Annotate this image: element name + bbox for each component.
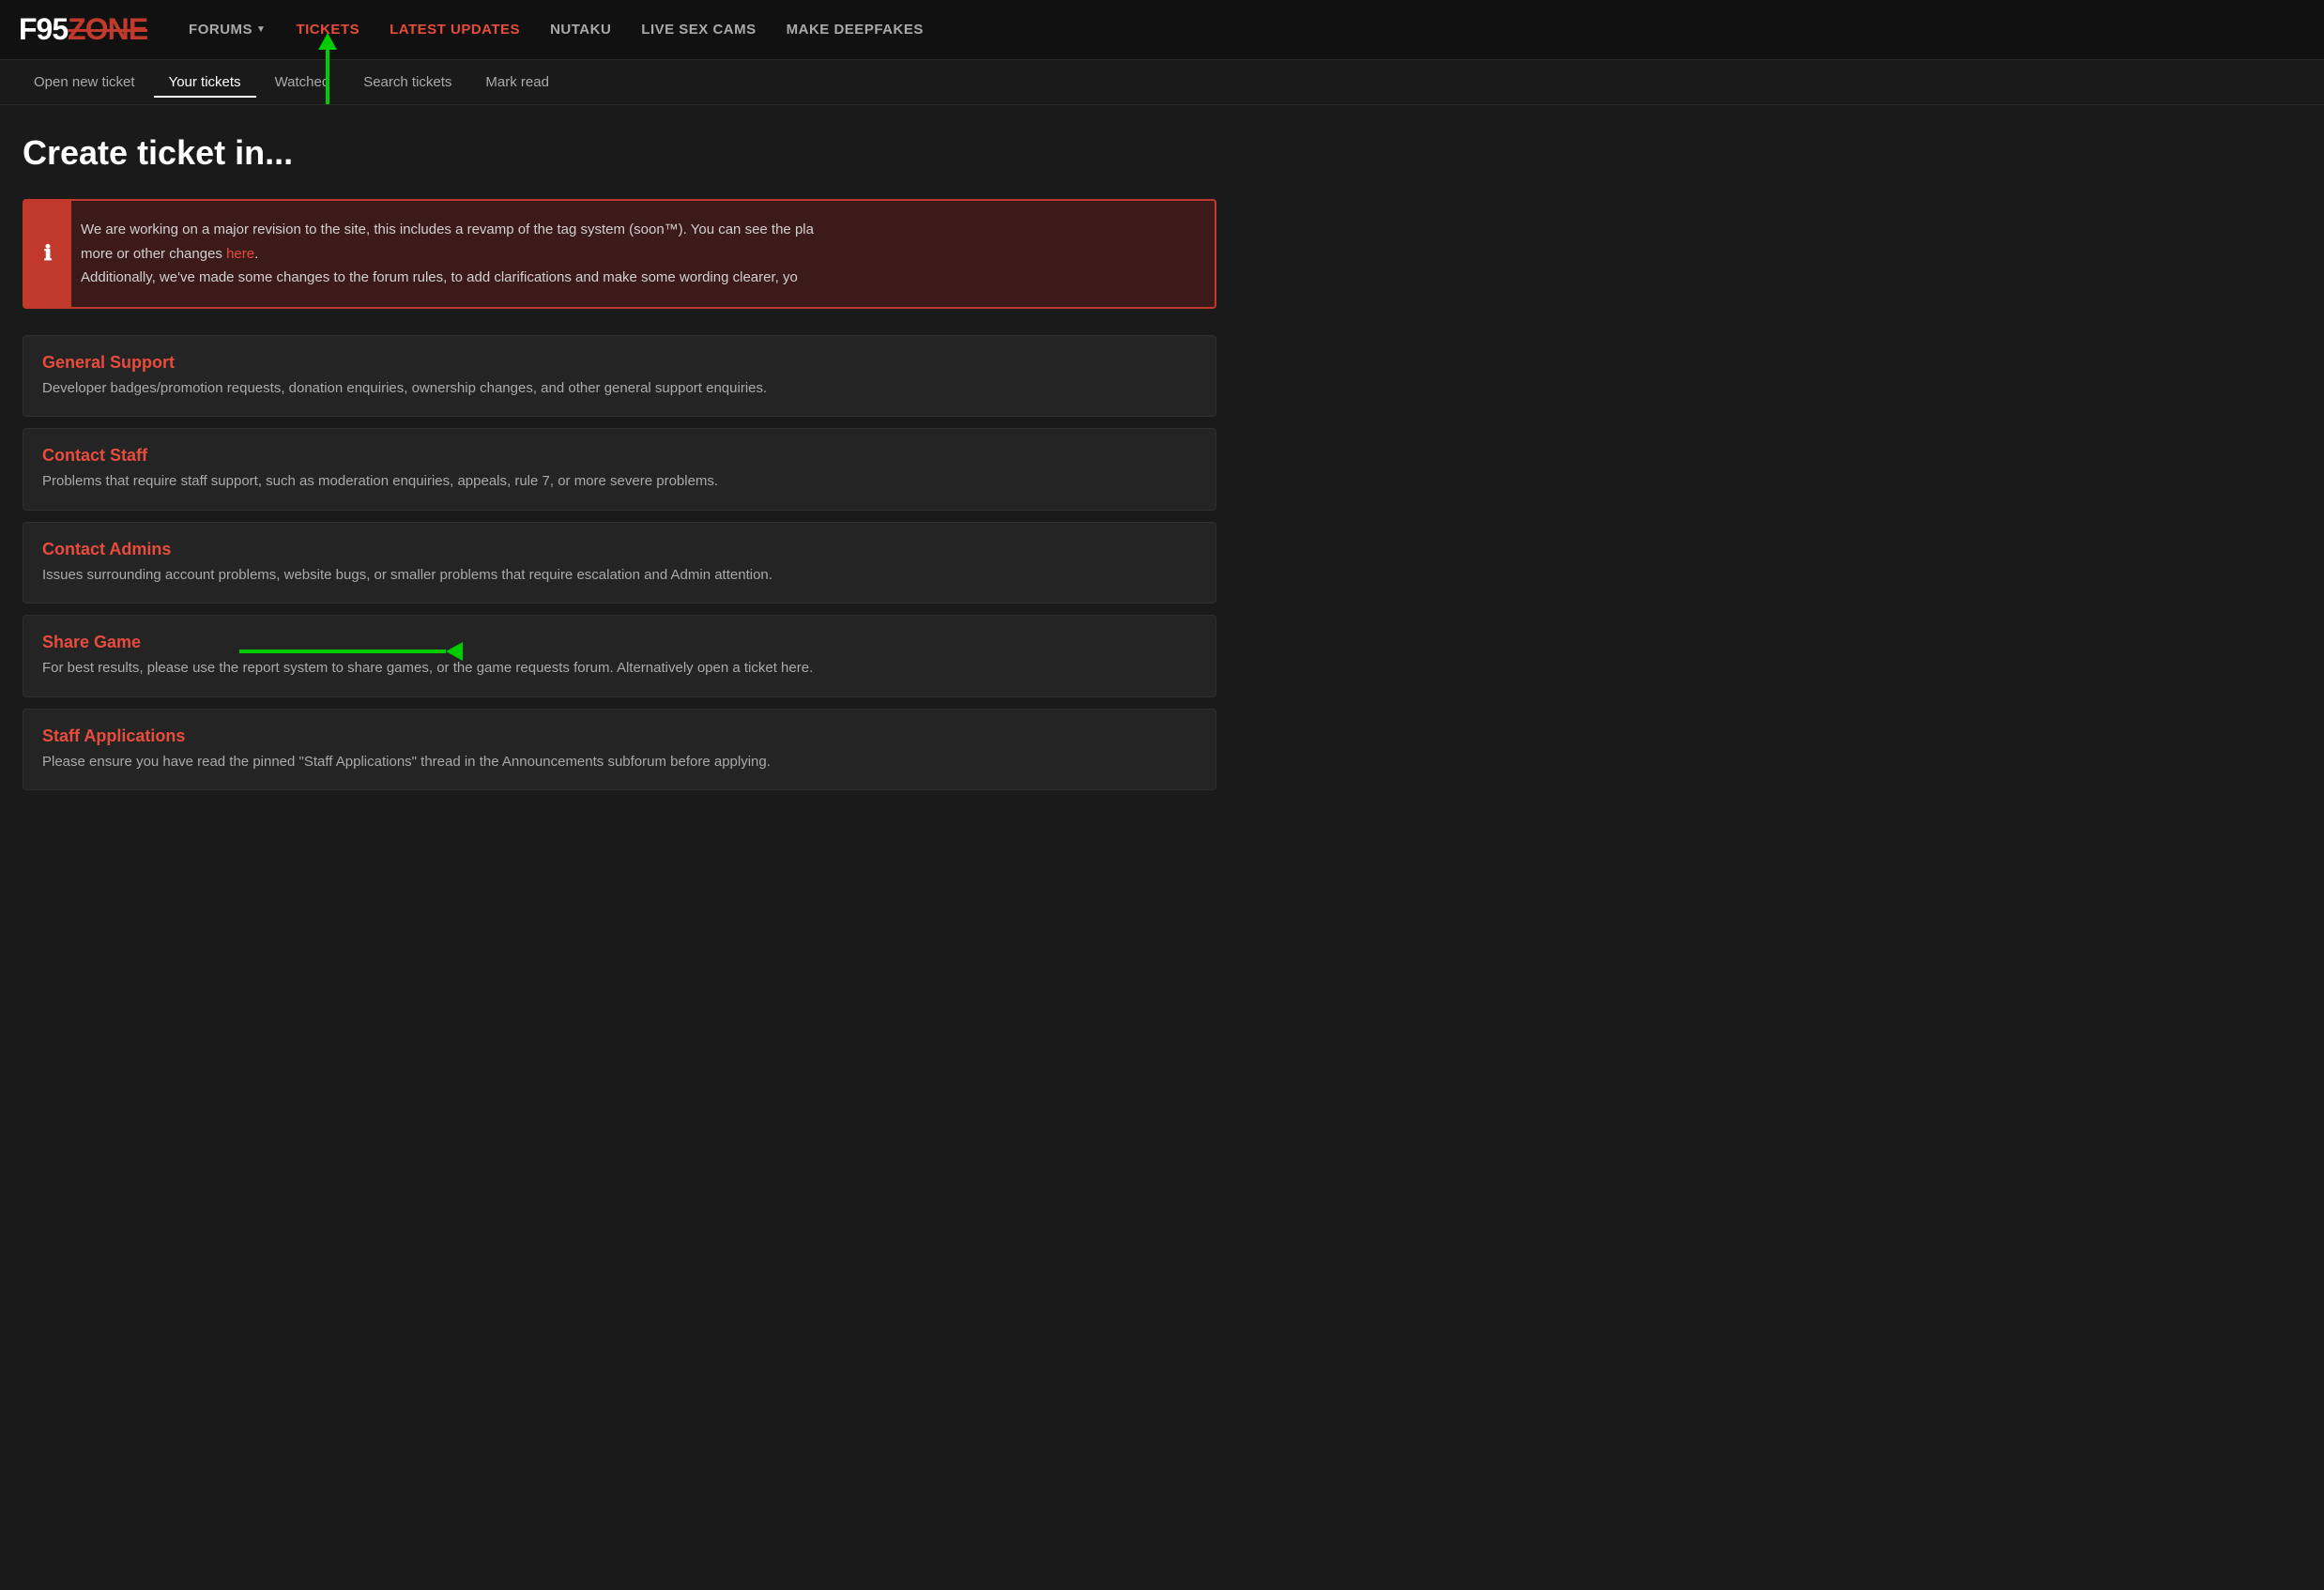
notice-text: We are working on a major revision to th… (81, 218, 1196, 290)
notice-text-part2: more or other changes (81, 246, 226, 262)
main-content: Create ticket in... ℹ We are working on … (0, 105, 1239, 830)
category-description: Please ensure you have read the pinned "… (42, 752, 1197, 773)
nav-latest-updates[interactable]: LATEST UPDATES (376, 14, 533, 45)
notice-icon-wrapper: ℹ (24, 201, 71, 307)
nav-live-sex-cams[interactable]: LIVE SEX CAMS (628, 14, 769, 45)
notice-box: ℹ We are working on a major revision to … (23, 199, 1216, 309)
subnav-mark-read[interactable]: Mark read (470, 67, 564, 98)
page-title: Create ticket in... (23, 133, 1216, 173)
category-title: Share Game (42, 633, 1197, 652)
category-general-support[interactable]: General Support Developer badges/promoti… (23, 335, 1216, 418)
annotation-arrow-up (326, 48, 329, 104)
subnav-search-tickets[interactable]: Search tickets (348, 67, 466, 98)
category-title: Staff Applications (42, 726, 1197, 746)
category-title: General Support (42, 353, 1197, 373)
category-title: Contact Staff (42, 446, 1197, 466)
nav-nutaku[interactable]: NUTAKU (537, 14, 624, 45)
main-nav: FORUMS ▼ TICKETS LATEST UPDATES NUTAKU L… (176, 14, 2305, 45)
notice-text-dot: . (254, 246, 258, 262)
sub-nav: Open new ticket Your tickets Watched Sea… (0, 60, 2324, 105)
subnav-watched[interactable]: Watched (260, 67, 345, 98)
category-share-game[interactable]: Share Game For best results, please use … (23, 615, 1216, 697)
category-description: For best results, please use the report … (42, 658, 1197, 680)
category-description: Developer badges/promotion requests, don… (42, 378, 1197, 400)
logo-zone: ZONE (68, 12, 147, 47)
notice-link[interactable]: here (226, 246, 254, 262)
category-description: Issues surrounding account problems, web… (42, 565, 1197, 587)
site-logo[interactable]: F95 ZONE (19, 12, 147, 47)
category-description: Problems that require staff support, suc… (42, 471, 1197, 493)
category-contact-staff[interactable]: Contact Staff Problems that require staf… (23, 428, 1216, 511)
info-icon: ℹ (44, 241, 52, 266)
notice-text-part4: Additionally, we've made some changes to… (81, 269, 798, 285)
chevron-down-icon: ▼ (256, 24, 266, 35)
tickets-nav-wrapper: TICKETS (283, 22, 373, 38)
nav-make-deepfakes[interactable]: MAKE DEEPFAKES (773, 14, 937, 45)
category-staff-applications[interactable]: Staff Applications Please ensure you hav… (23, 709, 1216, 791)
category-title: Contact Admins (42, 540, 1197, 559)
subnav-open-new-ticket[interactable]: Open new ticket (19, 67, 150, 98)
logo-f95: F95 (19, 12, 68, 47)
category-contact-admins[interactable]: Contact Admins Issues surrounding accoun… (23, 522, 1216, 604)
notice-text-part1: We are working on a major revision to th… (81, 222, 814, 237)
site-header: F95 ZONE FORUMS ▼ TICKETS LATEST UPDATES… (0, 0, 2324, 60)
nav-forums[interactable]: FORUMS ▼ (176, 14, 279, 45)
subnav-your-tickets[interactable]: Your tickets (154, 67, 256, 98)
